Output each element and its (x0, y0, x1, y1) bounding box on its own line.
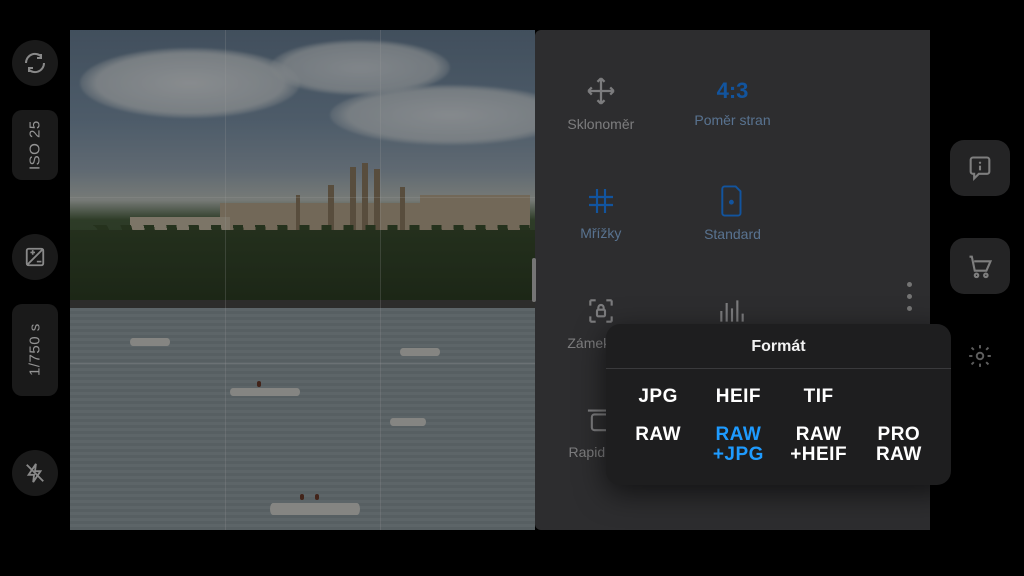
format-option[interactable]: TIF (779, 387, 859, 407)
camera-app: Sklonoměr 4:3 Poměr stran Mřížky Standar… (0, 0, 1024, 576)
format-options: JPGHEIFTIF RAWRAW +JPGRAW +HEIFPRO RAW (606, 369, 951, 485)
modal-dim-overlay[interactable] (0, 0, 1024, 576)
format-option[interactable]: HEIF (698, 387, 778, 407)
format-option[interactable]: RAW (618, 425, 698, 465)
popover-title: Formát (606, 324, 951, 369)
format-option[interactable]: PRO RAW (859, 425, 939, 465)
format-option[interactable]: JPG (618, 387, 698, 407)
format-option[interactable]: RAW +JPG (698, 425, 778, 465)
format-popover: Formát JPGHEIFTIF RAWRAW +JPGRAW +HEIFPRO… (606, 324, 951, 485)
format-option[interactable]: RAW +HEIF (779, 425, 859, 465)
